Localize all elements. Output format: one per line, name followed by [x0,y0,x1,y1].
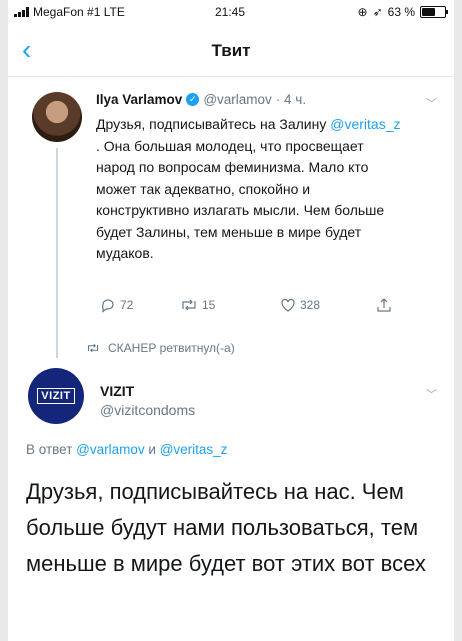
avatar[interactable]: VIZIT [28,368,84,424]
tweet-time: · 4 ч. [275,92,307,107]
reply-context: В ответ @varlamov и @veritas_z [26,442,227,457]
reply-button[interactable]: 72 [100,297,133,313]
retweet-icon [87,343,99,353]
status-right: ⊕ ➶ 63 % [357,5,448,19]
author-name[interactable]: VIZIT [100,383,134,399]
retweet-icon [182,299,196,311]
tweet-text-part: Друзья, подписывайтесь на Залину [96,116,331,132]
battery-fill [422,8,435,16]
tweet-screen: MegaFon #1 LTE 21:45 ⊕ ➶ 63 % ‹ Твит Ily… [8,0,454,641]
alarm-icon: ⊕ [357,5,368,19]
carrier: MegaFon #1 LTE [14,5,125,19]
reply-icon [101,299,114,313]
reply-and: и [144,442,160,457]
mention-link[interactable]: @veritas_z [330,116,400,132]
tweet-header: Ilya Varlamov ✓ @varlamov · 4 ч. [96,92,306,107]
signal-icon [14,7,29,17]
carrier-label: MegaFon #1 LTE [33,5,125,19]
retweet-notice: СКАНЕР ретвитнул(-а) [86,341,235,355]
mention-link[interactable]: @veritas_z [160,442,228,457]
mention-link[interactable]: @varlamov [76,442,144,457]
author-name[interactable]: Ilya Varlamov [96,92,182,107]
location-icon: ➶ [372,5,383,19]
share-icon [377,298,391,312]
verified-icon: ✓ [186,93,200,106]
reply-text: Друзья, подписывайтесь на нас. Чем больш… [26,479,426,576]
author-handle[interactable]: @vizitcondoms [100,402,195,418]
battery-percent: 63 % [387,5,415,19]
retweet-notice-label[interactable]: СКАНЕР ретвитнул(-а) [108,341,235,355]
battery-icon [420,6,448,18]
reply-count: 72 [120,298,134,312]
retweet-count: 15 [202,298,216,312]
retweet-button[interactable]: 15 [180,297,215,313]
author-handle[interactable]: @varlamov [203,92,271,107]
chevron-down-icon[interactable]: ﹀ [426,386,437,402]
clock: 21:45 [215,5,246,19]
thread-line [56,148,58,358]
share-button[interactable] [376,297,392,313]
avatar[interactable] [32,92,82,142]
status-bar: MegaFon #1 LTE 21:45 ⊕ ➶ 63 % [8,0,454,26]
tweet-text-part: . Она большая молодец, что просвещает на… [96,137,385,262]
like-button[interactable]: 328 [280,297,320,313]
like-count: 328 [300,298,321,312]
reply-prefix: В ответ [26,442,77,457]
page-title: Твит [211,41,251,60]
vizit-logo: VIZIT [37,388,75,404]
heart-icon [281,298,295,312]
chevron-down-icon[interactable]: ﹀ [426,95,437,111]
nav-bar: ‹ Твит [8,26,454,77]
tweet-text: Друзья, подписывайтесь на Залину @verita… [96,114,406,265]
tweet-actions: 72 15 328 [100,297,400,317]
